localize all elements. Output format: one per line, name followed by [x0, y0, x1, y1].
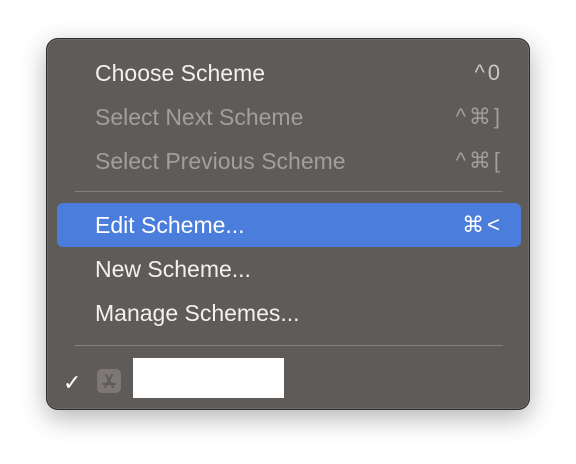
scheme-name: [133, 358, 284, 398]
menu-item-label: Edit Scheme...: [95, 212, 245, 238]
menu-item-label: Select Next Scheme: [95, 104, 304, 130]
menu-item-label: Manage Schemes...: [95, 300, 300, 326]
menu-item-select-next-scheme: Select Next Scheme ^⌘]: [57, 95, 521, 139]
menu-item-label: Select Previous Scheme: [95, 148, 346, 174]
menu-separator: [75, 345, 503, 346]
menu-item-select-previous-scheme: Select Previous Scheme ^⌘[: [57, 139, 521, 183]
menu-item-label: Choose Scheme: [95, 60, 266, 86]
menu-item-choose-scheme[interactable]: Choose Scheme ^0: [57, 51, 521, 95]
checkmark-icon: ✓: [63, 370, 82, 395]
scheme-menu: Choose Scheme ^0 Select Next Scheme ^⌘] …: [46, 38, 530, 410]
menu-item-edit-scheme[interactable]: Edit Scheme... ⌘<: [57, 203, 521, 247]
menu-item-shortcut: ⌘<: [462, 212, 503, 237]
menu-item-shortcut: ^⌘[: [455, 148, 503, 173]
app-store-icon: [97, 369, 121, 393]
menu-separator: [75, 191, 503, 192]
menu-item-manage-schemes[interactable]: Manage Schemes...: [57, 291, 521, 335]
menu-item-shortcut: ^0: [474, 60, 503, 85]
menu-item-new-scheme[interactable]: New Scheme...: [57, 247, 521, 291]
menu-item-label: New Scheme...: [95, 256, 251, 282]
menu-item-shortcut: ^⌘]: [455, 104, 503, 129]
